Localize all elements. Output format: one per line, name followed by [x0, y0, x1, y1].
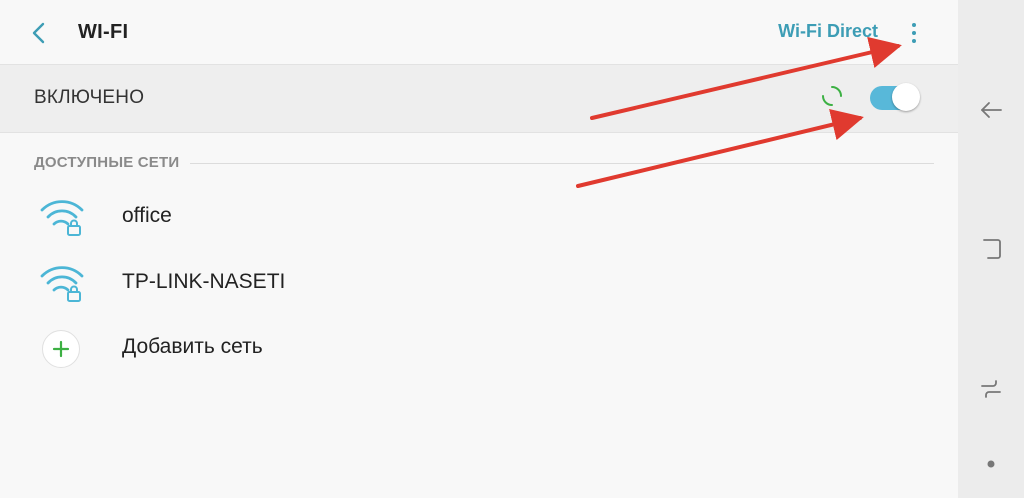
- wifi-lock-icon: [40, 266, 84, 302]
- master-switch-label: ВКЛЮЧЕНО: [34, 87, 145, 108]
- page-title: WI-FI: [78, 21, 129, 43]
- nav-switch-icon: [981, 380, 1001, 398]
- more-options-button[interactable]: [902, 18, 926, 48]
- add-network-item[interactable]: Добавить сеть: [0, 317, 958, 379]
- wifi-settings-screen: WI-FI Wi-Fi Direct ВКЛЮЧЕНО ДОСТУПНЫЕ СЕ…: [0, 0, 958, 498]
- dot-icon: [987, 460, 995, 468]
- add-network-label: Добавить сеть: [122, 335, 263, 358]
- more-vertical-icon: [912, 39, 916, 43]
- wifi-lock-icon: [40, 200, 84, 236]
- plus-icon: [52, 340, 70, 358]
- scanning-spinner-icon: [822, 86, 842, 106]
- nav-back-button[interactable]: [971, 90, 1011, 130]
- add-network-icon-wrap: [42, 330, 80, 368]
- wifi-toggle[interactable]: [868, 83, 920, 113]
- network-ssid: TP-LINK-NASETI: [122, 270, 286, 293]
- system-navigation-bar: [958, 0, 1024, 498]
- nav-hide-button[interactable]: [971, 444, 1011, 484]
- toggle-knob: [892, 83, 920, 111]
- section-divider: [190, 163, 934, 164]
- back-button[interactable]: [24, 18, 54, 48]
- more-vertical-icon: [912, 31, 916, 35]
- app-bar: WI-FI Wi-Fi Direct: [0, 0, 958, 64]
- wifi-direct-button[interactable]: Wi-Fi Direct: [778, 21, 878, 42]
- network-ssid: office: [122, 204, 172, 227]
- network-item-tp-link[interactable]: TP-LINK-NASETI: [0, 252, 958, 314]
- nav-recents-button[interactable]: [971, 229, 1011, 269]
- more-vertical-icon: [912, 23, 916, 27]
- nav-switch-button[interactable]: [971, 369, 1011, 409]
- wifi-master-switch-row[interactable]: ВКЛЮЧЕНО: [0, 64, 958, 133]
- recents-icon: [983, 239, 1001, 259]
- available-networks-header: ДОСТУПНЫЕ СЕТИ: [34, 154, 180, 171]
- chevron-left-icon: [32, 22, 45, 44]
- network-item-office[interactable]: office: [0, 186, 958, 248]
- nav-back-icon: [981, 102, 1002, 118]
